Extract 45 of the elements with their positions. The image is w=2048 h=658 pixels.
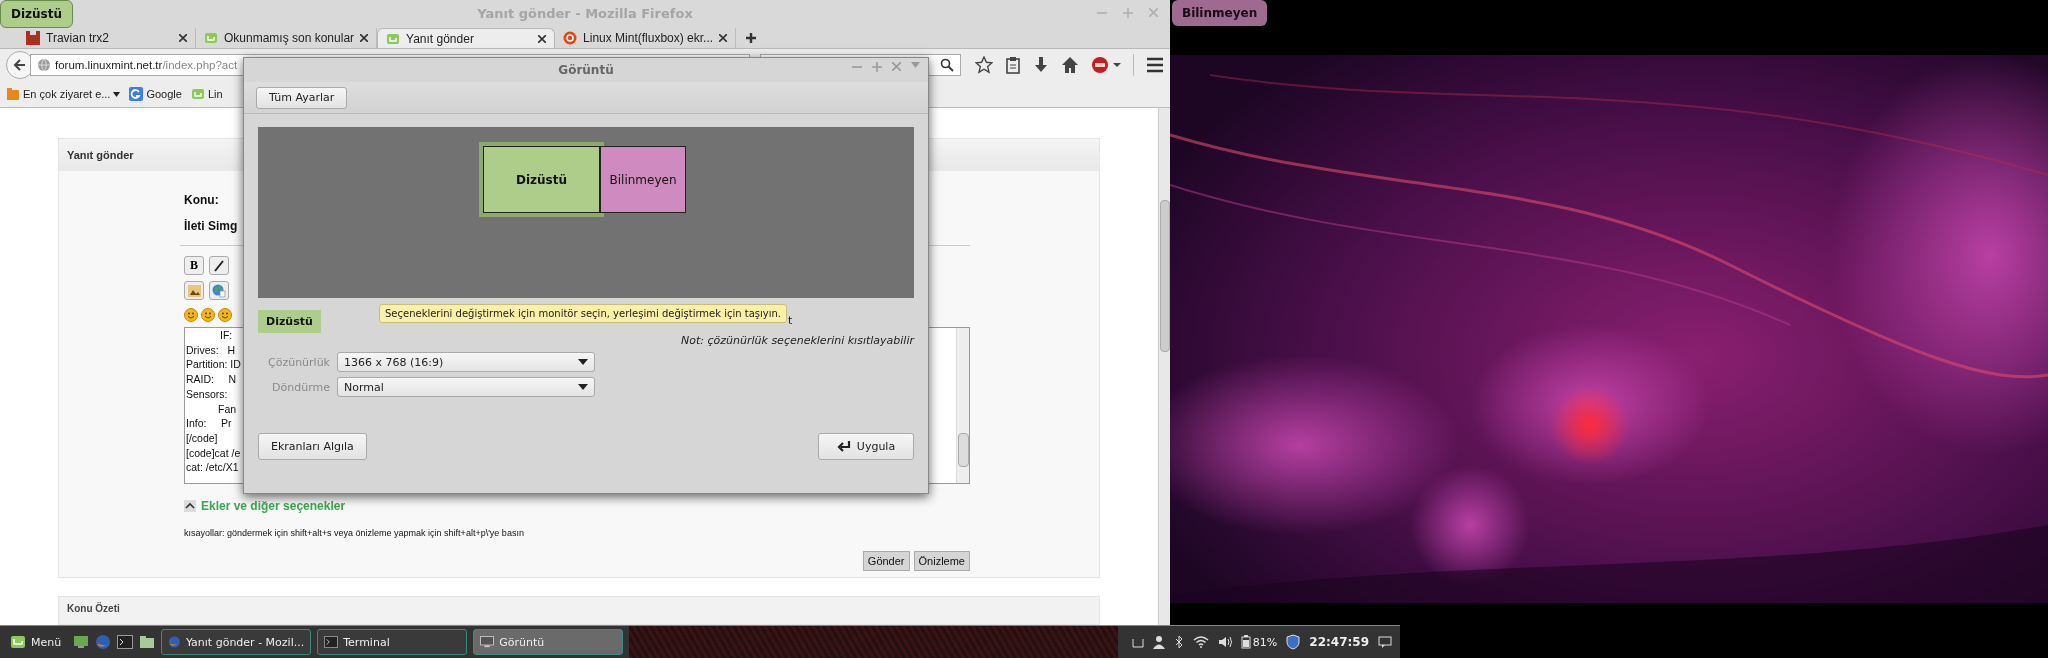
start-menu-button[interactable]: Menü	[4, 635, 68, 649]
bookmark-item[interactable]: En çok ziyaret e...	[6, 87, 121, 101]
detect-displays-button[interactable]: Ekranları Algıla	[258, 433, 367, 460]
code-line: IF:	[219, 328, 233, 343]
code-line: Sensors:	[186, 386, 228, 402]
dialog-title: Görüntü	[558, 63, 614, 77]
code-line: Info: Pr	[186, 416, 232, 431]
taskbar-window-button[interactable]: Terminal	[317, 629, 468, 655]
apply-button[interactable]: Uygula	[818, 433, 914, 460]
code-line: Fan	[217, 401, 237, 417]
tooltip: Seçeneklerini değiştirmek için monitör seçin, yerleşimi değiştirmek için taşıyın.	[379, 304, 788, 323]
label-fragment: t	[788, 314, 793, 327]
code-line: cat: /etc/X1	[186, 460, 239, 476]
setting-label: Döndürme	[271, 380, 330, 394]
code-line: Partition: ID	[186, 357, 241, 373]
battery-indicator[interactable]: 81%	[1240, 635, 1278, 649]
setting-label: Çözünürlük	[266, 355, 330, 369]
panel-title: Yanıt gönder	[67, 149, 134, 161]
shortcuts-hint: kısayollar: göndermek için shift+alt+s veya önizleme yapmak için shift+alt+p\'ye basın	[184, 528, 525, 538]
message-icon-label: İleti Simg	[184, 219, 239, 233]
clock[interactable]: 22:47:59	[1309, 635, 1369, 649]
screen-label: Dizüstü	[0, 0, 74, 28]
form-button[interactable]: Gönder	[862, 551, 910, 571]
dropdown[interactable]: 1366 x 768 (16:9)	[337, 352, 595, 372]
code-line: Drives: H	[186, 342, 235, 358]
subject-label: Konu:	[184, 193, 220, 207]
form-button[interactable]: Önizleme	[913, 551, 970, 571]
browser-tab[interactable]: Linux Mint(fluxbox) ekr...	[555, 28, 737, 48]
dropdown[interactable]: Normal	[337, 377, 595, 397]
panel-title: Konu Özeti	[67, 602, 120, 614]
monitor-block[interactable]: Bilinmeyen	[600, 146, 686, 213]
code-line: RAID: N	[186, 372, 237, 387]
screen-label: Bilinmeyen	[1172, 0, 1268, 26]
browser-tab[interactable]: Okunmamış son konular	[196, 28, 378, 48]
bookmark-item[interactable]: Google	[129, 87, 182, 101]
all-settings-button[interactable]: Tüm Ayarlar	[256, 86, 348, 109]
bold-button[interactable]: B	[184, 256, 204, 275]
code-line: [code]cat /e	[186, 445, 241, 461]
bookmark-item[interactable]: Lin	[190, 87, 223, 101]
taskbar-window-button[interactable]: Yanıt gönder - Mozil...	[161, 629, 312, 655]
browser-tab[interactable]: Yanıt gönder	[377, 28, 556, 48]
code-line: [/code]	[186, 430, 218, 446]
selected-monitor-label: Dizüstü	[258, 309, 321, 333]
note-text: Not: çözünürlük seçeneklerini kısıtlayabilir	[680, 334, 914, 347]
taskbar-window-button[interactable]: Görüntü	[473, 629, 624, 655]
